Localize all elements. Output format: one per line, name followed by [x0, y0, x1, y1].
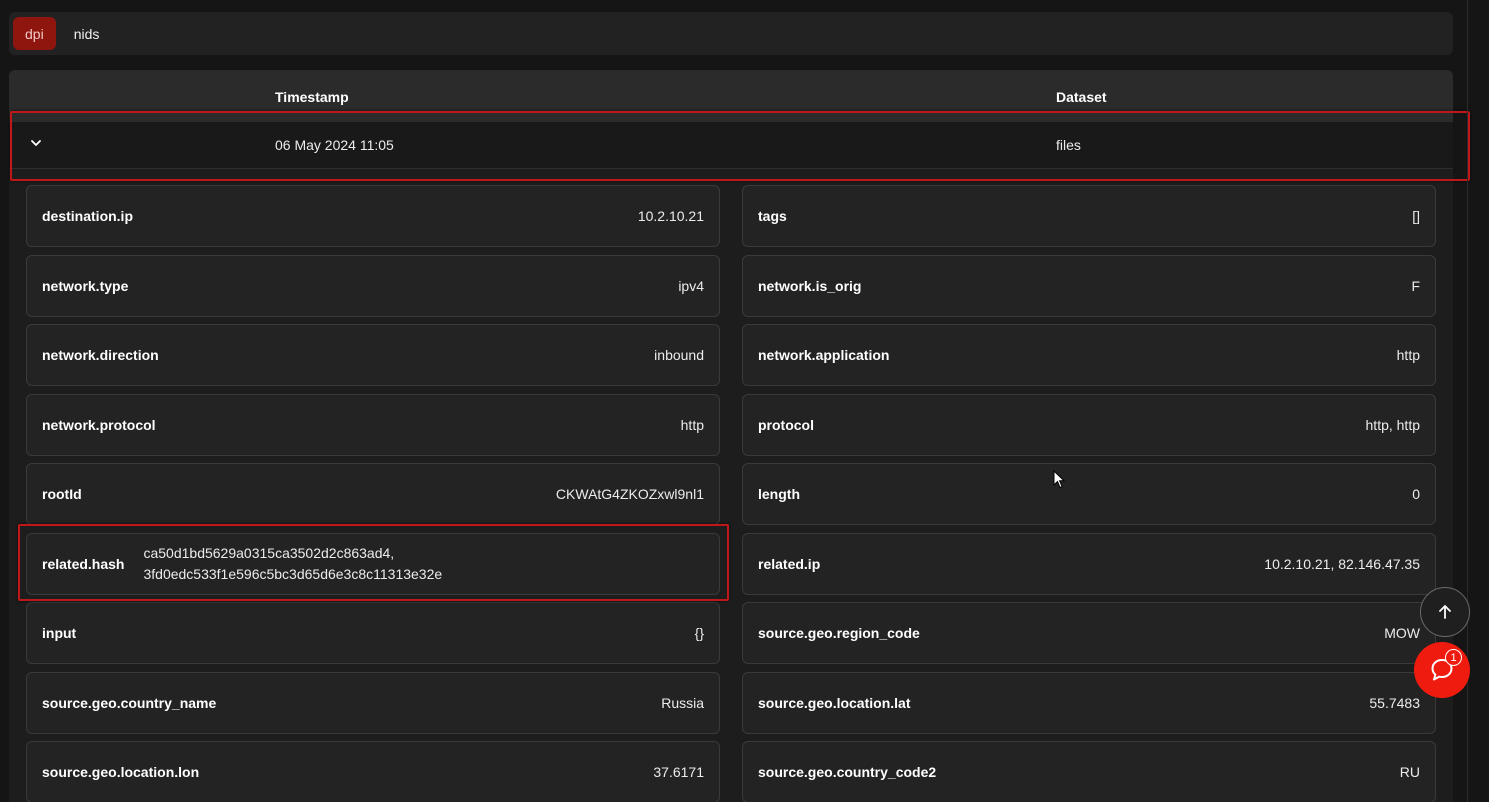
field-card: source.geo.country_name Russia	[26, 672, 720, 734]
field-key: network.is_orig	[758, 278, 862, 294]
field-key: source.geo.country_code2	[758, 764, 937, 780]
field-key: source.geo.region_code	[758, 625, 920, 641]
table-row[interactable]: 06 May 2024 11:05 files	[9, 122, 1453, 169]
field-card: network.type ipv4	[26, 255, 720, 317]
chat-button[interactable]	[1414, 642, 1470, 698]
source-tab-bar: dpi nids	[9, 12, 1453, 55]
field-value: MOW	[1384, 625, 1420, 641]
field-key: source.geo.location.lon	[42, 764, 200, 780]
page: dpi nids Timestamp Dataset 06 May 2024 1…	[0, 0, 1489, 802]
field-card: protocol http, http	[742, 394, 1436, 456]
field-card: network.protocol http	[26, 394, 720, 456]
field-key: destination.ip	[42, 208, 133, 224]
field-value: Russia	[661, 695, 704, 711]
field-key: related.ip	[758, 556, 821, 572]
field-key: network.direction	[42, 347, 159, 363]
table-header: Timestamp Dataset	[9, 70, 1453, 122]
hash-line-1: ca50d1bd5629a0315ca3502d2c863ad4,	[143, 545, 395, 561]
field-key: network.application	[758, 347, 890, 363]
field-card: input {}	[26, 602, 720, 664]
column-header-timestamp[interactable]: Timestamp	[275, 89, 349, 105]
field-value: http, http	[1365, 417, 1420, 433]
field-card: network.is_orig F	[742, 255, 1436, 317]
tab-dpi[interactable]: dpi	[13, 17, 56, 50]
chat-notification-badge: 1	[1445, 649, 1462, 666]
field-key: source.geo.country_name	[42, 695, 217, 711]
field-card: related.ip 10.2.10.21, 82.146.47.35	[742, 533, 1436, 595]
field-value: 55.7483	[1369, 695, 1420, 711]
field-key: network.protocol	[42, 417, 156, 433]
chevron-down-icon[interactable]	[29, 136, 43, 150]
field-key: source.geo.location.lat	[758, 695, 911, 711]
mouse-pointer-icon	[1053, 470, 1065, 489]
field-key: network.type	[42, 278, 129, 294]
field-card: destination.ip 10.2.10.21	[26, 185, 720, 247]
field-value: ca50d1bd5629a0315ca3502d2c863ad4, 3fd0ed…	[143, 543, 442, 585]
field-value: {}	[694, 625, 704, 641]
field-key: input	[42, 625, 77, 641]
field-value: ipv4	[678, 278, 704, 294]
field-card: length 0	[742, 463, 1436, 525]
field-value: CKWAtG4ZKOZxwl9nl1	[555, 486, 704, 502]
field-value: F	[1411, 278, 1420, 294]
field-value: 0	[1412, 486, 1420, 502]
field-value: 10.2.10.21, 82.146.47.35	[1264, 556, 1420, 572]
field-key: length	[758, 486, 800, 502]
field-card: source.geo.location.lon 37.6171	[26, 741, 720, 802]
field-value: 37.6171	[653, 764, 704, 780]
field-card: tags []	[742, 185, 1436, 247]
field-card: network.application http	[742, 324, 1436, 386]
field-card: source.geo.country_code2 RU	[742, 741, 1436, 802]
field-key: rootId	[42, 486, 82, 502]
field-key: protocol	[758, 417, 814, 433]
field-key: related.hash	[42, 556, 125, 572]
field-card: network.direction inbound	[26, 324, 720, 386]
field-value: http	[1396, 347, 1420, 363]
hash-line-2: 3fd0edc533f1e596c5bc3d65d6e3c8c11313e32e	[143, 566, 443, 582]
field-value: http	[680, 417, 704, 433]
field-value: inbound	[654, 347, 704, 363]
column-header-dataset[interactable]: Dataset	[1056, 89, 1107, 105]
tab-nids[interactable]: nids	[62, 17, 112, 50]
field-value: 10.2.10.21	[637, 208, 704, 224]
field-card: rootId CKWAtG4ZKOZxwl9nl1	[26, 463, 720, 525]
field-value: RU	[1399, 764, 1420, 780]
scroll-to-top-button[interactable]	[1420, 587, 1470, 637]
row-timestamp: 06 May 2024 11:05	[275, 137, 394, 153]
row-dataset: files	[1056, 137, 1081, 153]
arrow-up-icon	[1439, 605, 1451, 619]
field-value: []	[1412, 208, 1420, 224]
field-key: tags	[758, 208, 787, 224]
field-card: source.geo.region_code MOW	[742, 602, 1436, 664]
field-card: source.geo.location.lat 55.7483	[742, 672, 1436, 734]
field-card-related-hash: related.hash ca50d1bd5629a0315ca3502d2c8…	[26, 533, 720, 595]
